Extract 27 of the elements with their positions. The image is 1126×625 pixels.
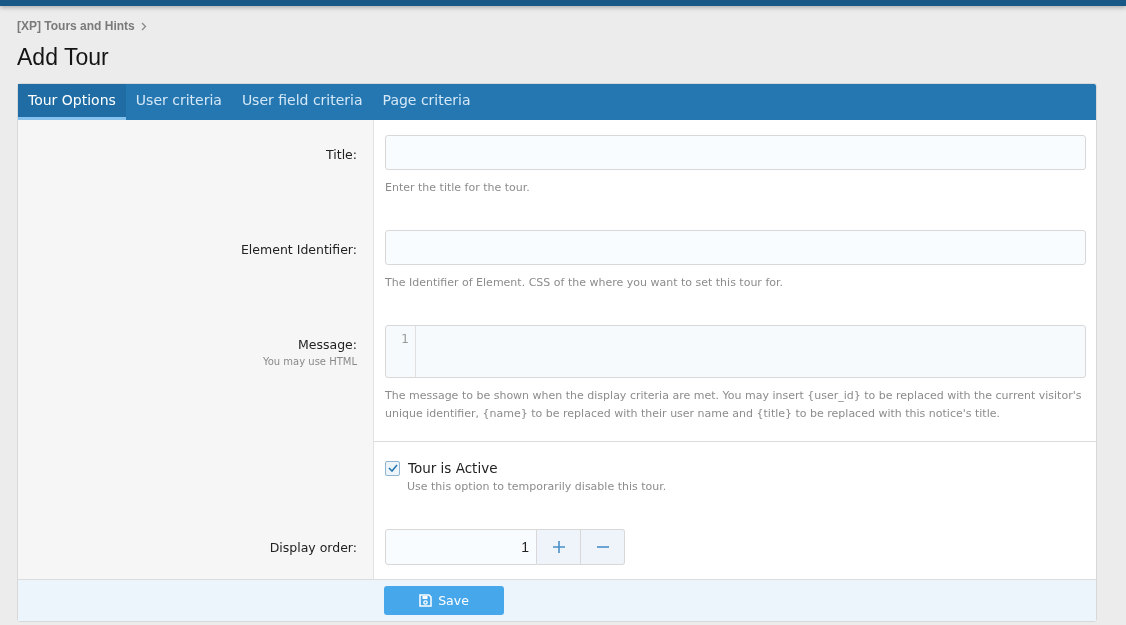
tab[interactable]: Page criteria — [372, 84, 481, 120]
input-field[interactable] — [385, 135, 1086, 170]
increment-button[interactable] — [537, 529, 581, 565]
line-number: 1 — [386, 326, 416, 377]
tab[interactable]: Tour Options — [18, 84, 126, 120]
checkbox-label: Tour is Active — [408, 460, 498, 476]
checkbox[interactable] — [385, 460, 400, 476]
field-hint: The Identifier of Element. CSS of the where you want to set this tour for. — [385, 275, 784, 291]
field-label: Display order: — [269, 539, 357, 556]
decrement-button[interactable] — [581, 529, 625, 565]
tab[interactable]: User criteria — [125, 84, 232, 120]
field-label: Title: — [326, 146, 357, 163]
input-field[interactable] — [385, 230, 1086, 265]
page-title: Add Tour — [17, 43, 110, 72]
code-editor[interactable]: 1 — [385, 325, 1086, 378]
field-note: You may use HTML — [262, 356, 357, 367]
field-label: Element Identifier: — [240, 241, 357, 258]
field-label: Message: — [298, 336, 357, 353]
field-hint: Enter the title for the tour. — [385, 180, 531, 196]
field-hint: The message to be shown when the display criteria are met. You may insert {user_id} to be replaced with the current visitor's unique identifier, {name} to be replaced with their user name and {title} to be replaced with this notice's title. — [385, 388, 1083, 422]
save-button[interactable]: Save — [384, 586, 504, 615]
breadcrumb-link[interactable]: [XP] Tours and Hints — [17, 19, 135, 33]
tab[interactable]: User field criteria — [231, 84, 373, 120]
number-field[interactable]: 1 — [385, 529, 537, 565]
plus-icon — [552, 541, 565, 553]
chevron-icon — [140, 21, 147, 31]
field-hint: Use this option to temporarily disable this tour. — [407, 479, 668, 495]
